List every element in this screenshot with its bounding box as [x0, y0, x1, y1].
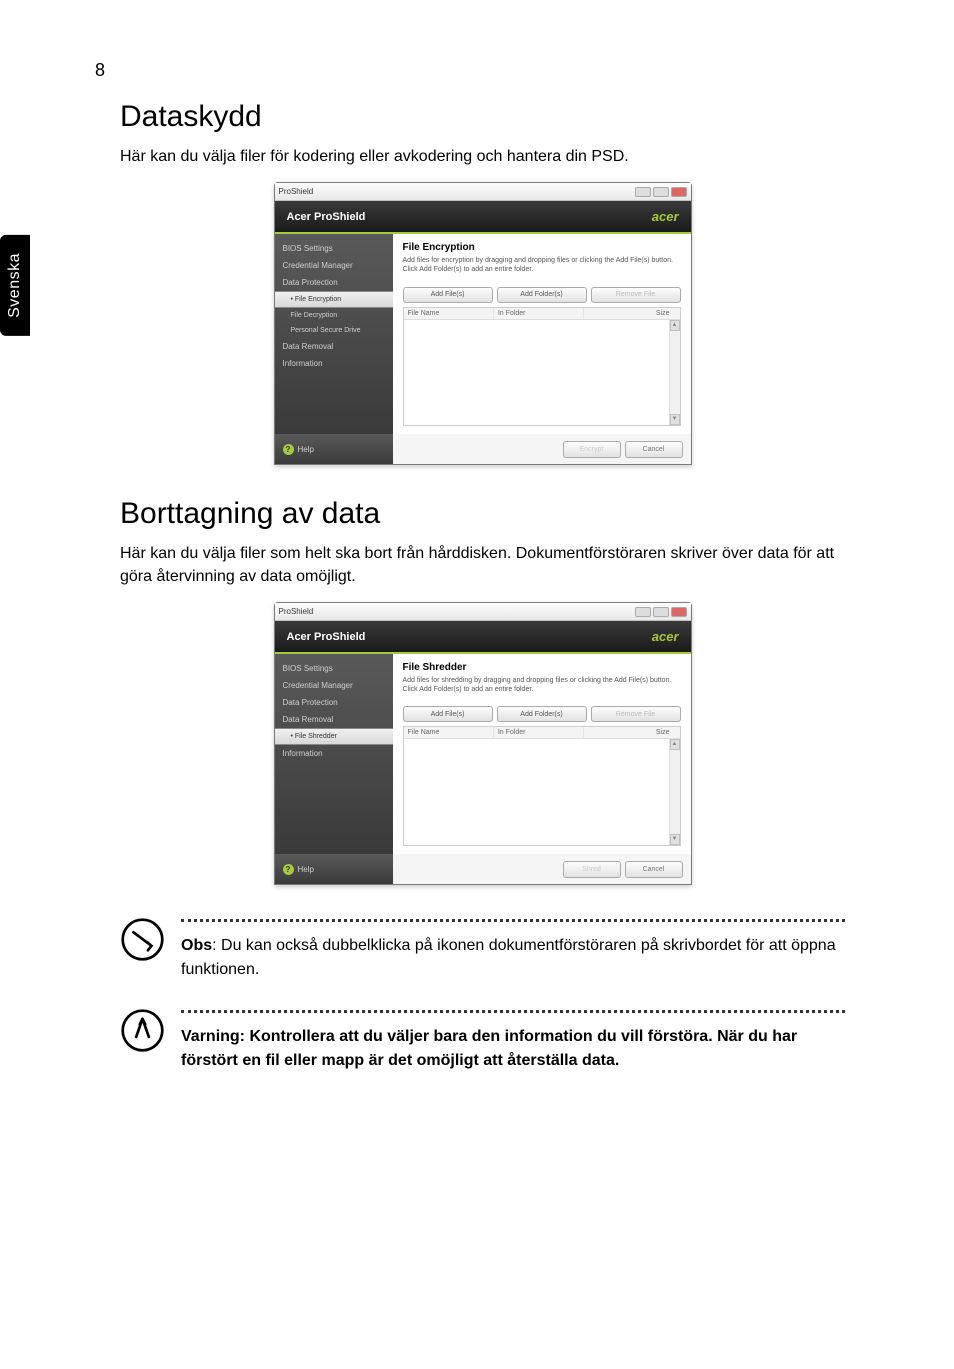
minimize-button[interactable] — [635, 607, 651, 617]
panel-description: Add files for shredding by dragging and … — [403, 676, 681, 694]
panel-title: File Encryption — [403, 242, 681, 253]
warning-text: Varning: Kontrollera att du väljer bara … — [181, 1025, 845, 1073]
window-titlebar: ProShield — [275, 183, 691, 201]
proshield-window-encryption: ProShield Acer ProShield acer BIOS Setti… — [274, 182, 692, 465]
scroll-up-icon[interactable]: ▲ — [670, 320, 680, 331]
window-title: ProShield — [279, 607, 314, 616]
scrollbar[interactable]: ▲ ▼ — [669, 320, 680, 426]
note-label: Obs — [181, 937, 212, 954]
help-icon[interactable]: ? — [283, 444, 294, 455]
col-filename[interactable]: File Name — [404, 727, 494, 738]
brand-logo: acer — [652, 209, 679, 224]
minimize-button[interactable] — [635, 187, 651, 197]
scroll-up-icon[interactable]: ▲ — [670, 739, 680, 750]
section2-heading: Borttagning av data — [120, 497, 845, 531]
sidebar-item[interactable]: Data Protection — [275, 694, 393, 711]
cancel-button[interactable]: Cancel — [625, 861, 683, 878]
sidebar-item[interactable]: Data Removal — [275, 338, 393, 355]
section2-intro: Här kan du välja filer som helt ska bort… — [120, 543, 845, 588]
note-icon — [120, 917, 165, 962]
encrypt-button[interactable]: Encrypt — [563, 441, 621, 458]
sidebar-item[interactable]: • File Encryption — [275, 291, 393, 308]
sidebar-item[interactable]: Personal Secure Drive — [275, 323, 393, 338]
page-number: 8 — [95, 60, 105, 81]
warning-callout: Varning: Kontrollera att du väljer bara … — [120, 1008, 845, 1073]
remove-file-button[interactable]: Remove File — [591, 287, 681, 303]
col-filename[interactable]: File Name — [404, 308, 494, 319]
scroll-down-icon[interactable]: ▼ — [670, 414, 680, 425]
proshield-window-shredder: ProShield Acer ProShield acer BIOS Setti… — [274, 602, 692, 885]
close-button[interactable] — [671, 187, 687, 197]
scrollbar[interactable]: ▲ ▼ — [669, 739, 680, 845]
add-files-button[interactable]: Add File(s) — [403, 287, 493, 303]
panel-description: Add files for encryption by dragging and… — [403, 256, 681, 274]
sidebar-w1: BIOS SettingsCredential ManagerData Prot… — [275, 234, 393, 434]
app-title: Acer ProShield — [287, 211, 366, 223]
sidebar-item[interactable]: BIOS Settings — [275, 660, 393, 677]
help-label[interactable]: Help — [298, 865, 314, 874]
warning-icon — [120, 1008, 165, 1053]
window-titlebar: ProShield — [275, 603, 691, 621]
window-header: Acer ProShield acer — [275, 621, 691, 654]
app-title: Acer ProShield — [287, 631, 366, 643]
sidebar-item[interactable]: Data Protection — [275, 274, 393, 291]
close-button[interactable] — [671, 607, 687, 617]
language-tab: Svenska — [0, 235, 30, 336]
window-title: ProShield — [279, 187, 314, 196]
remove-file-button[interactable]: Remove File — [591, 706, 681, 722]
add-folders-button[interactable]: Add Folder(s) — [497, 287, 587, 303]
sidebar-item[interactable]: Credential Manager — [275, 257, 393, 274]
sidebar-item[interactable]: Data Removal — [275, 711, 393, 728]
sidebar-item[interactable]: File Decryption — [275, 308, 393, 323]
col-infolder[interactable]: In Folder — [494, 308, 584, 319]
sidebar-item[interactable]: • File Shredder — [275, 728, 393, 745]
section1-heading: Dataskydd — [120, 100, 845, 134]
add-files-button[interactable]: Add File(s) — [403, 706, 493, 722]
panel-title: File Shredder — [403, 662, 681, 673]
help-label[interactable]: Help — [298, 445, 314, 454]
sidebar-item[interactable]: Information — [275, 745, 393, 762]
note-callout: Obs: Du kan också dubbelklicka på ikonen… — [120, 917, 845, 982]
sidebar-item[interactable]: Information — [275, 355, 393, 372]
file-table: File Name In Folder Size ▲ ▼ — [403, 307, 681, 427]
col-size[interactable]: Size — [584, 727, 679, 738]
brand-logo: acer — [652, 629, 679, 644]
col-infolder[interactable]: In Folder — [494, 727, 584, 738]
shred-button[interactable]: Shred — [563, 861, 621, 878]
sidebar-item[interactable]: Credential Manager — [275, 677, 393, 694]
help-icon[interactable]: ? — [283, 864, 294, 875]
section1-intro: Här kan du välja filer för kodering elle… — [120, 146, 845, 168]
add-folders-button[interactable]: Add Folder(s) — [497, 706, 587, 722]
maximize-button[interactable] — [653, 187, 669, 197]
sidebar-w2: BIOS SettingsCredential ManagerData Prot… — [275, 654, 393, 854]
file-table: File Name In Folder Size ▲ ▼ — [403, 726, 681, 846]
cancel-button[interactable]: Cancel — [625, 441, 683, 458]
col-size[interactable]: Size — [584, 308, 679, 319]
scroll-down-icon[interactable]: ▼ — [670, 834, 680, 845]
maximize-button[interactable] — [653, 607, 669, 617]
note-text: : Du kan också dubbelklicka på ikonen do… — [181, 937, 836, 978]
sidebar-item[interactable]: BIOS Settings — [275, 240, 393, 257]
window-header: Acer ProShield acer — [275, 201, 691, 234]
